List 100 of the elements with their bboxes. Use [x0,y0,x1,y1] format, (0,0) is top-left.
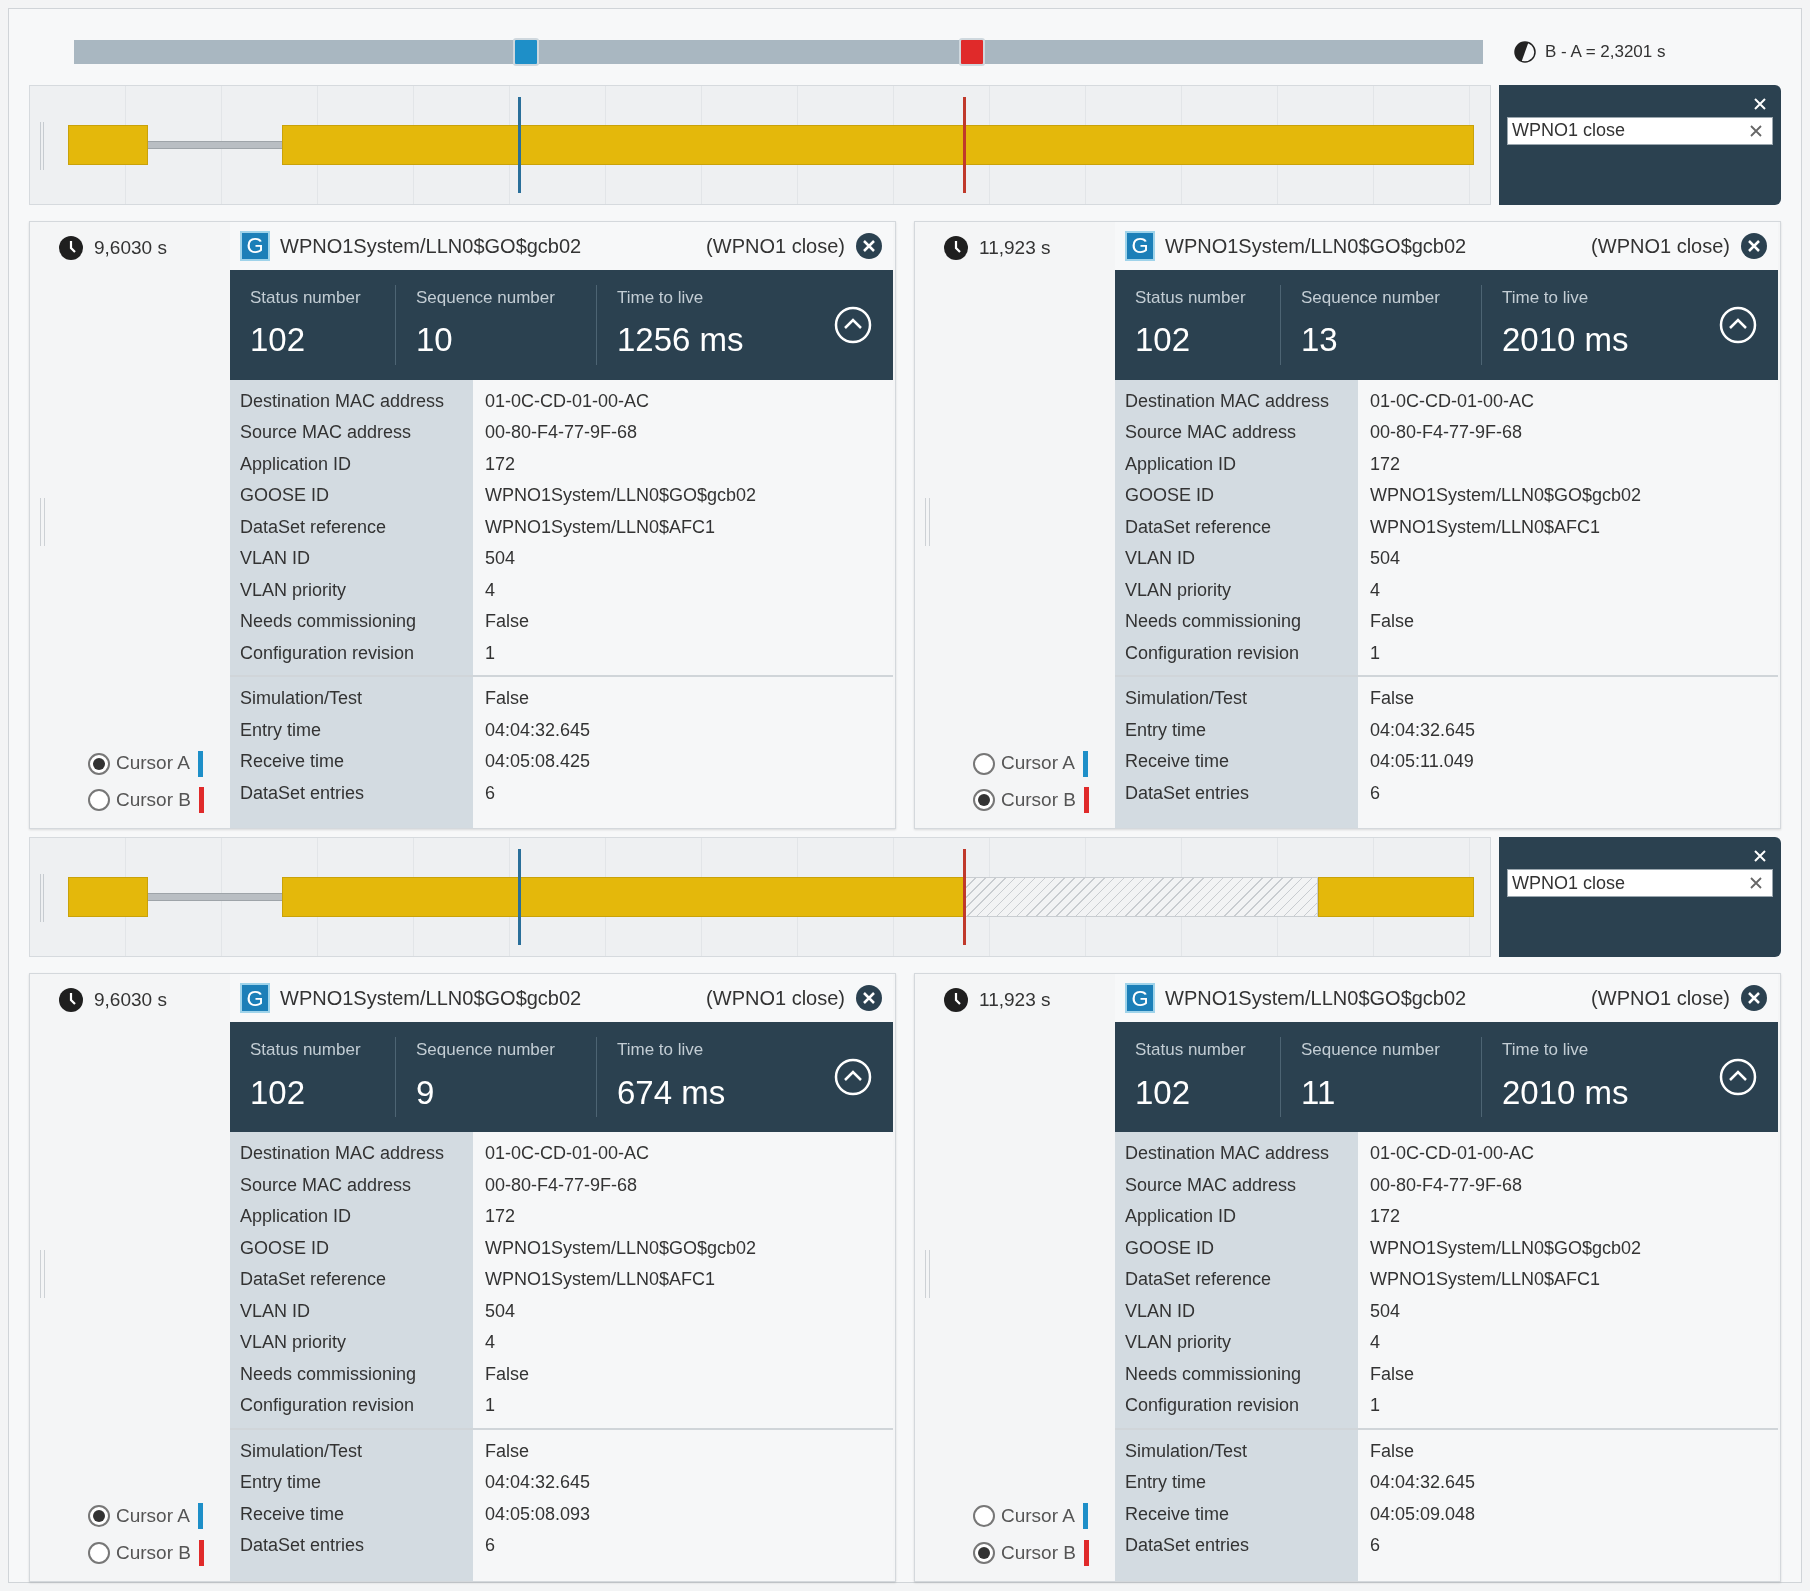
field-value: 1 [1369,1394,1380,1418]
drag-handle[interactable] [925,497,930,546]
scrubber-handle[interactable] [513,37,540,66]
field-value: 1 [484,1394,495,1418]
protocol-badge: G [240,230,270,261]
stat-value: 102 [1135,1072,1192,1113]
stat-value: 9 [416,1072,436,1113]
filter-label: (WPNO1 close) [706,233,845,259]
drag-handle[interactable] [40,121,44,170]
cursor-line[interactable] [518,849,522,946]
close-icon[interactable] [1740,984,1768,1013]
field-label: GOOSE ID [239,1236,330,1260]
stat-value: 674 ms [617,1072,727,1113]
close-icon[interactable] [1740,231,1768,260]
field-value: 4 [1369,1331,1380,1355]
field-value: 04:04:32.645 [1369,718,1476,742]
stat-label: Time to live [617,286,705,309]
cursor-radio[interactable]: Cursor A [973,1502,1075,1531]
drag-handle[interactable] [40,1250,45,1299]
stat-value: 1256 ms [617,320,745,361]
timestamp: 11,923 s [979,988,1051,1013]
close-icon[interactable] [1753,849,1767,864]
cursor-radio[interactable]: Cursor A [88,749,190,778]
field-value: 504 [484,1299,516,1323]
field-value: False [484,1439,529,1463]
collapse-icon[interactable] [833,1057,873,1098]
field-label: Receive time [1124,1502,1231,1526]
protocol-badge: G [1125,983,1155,1014]
collapse-icon[interactable] [833,304,873,345]
drag-handle[interactable] [925,1250,930,1299]
field-value: False [1369,1362,1414,1386]
stat-label: Sequence number [416,1039,556,1062]
collapse-icon[interactable] [1718,1057,1758,1098]
scrubber-handle[interactable] [958,37,985,66]
field-label: VLAN ID [1124,547,1197,571]
clear-icon[interactable] [1750,124,1762,137]
field-label: DataSet entries [239,1534,366,1558]
cursor-line[interactable] [518,96,522,193]
field-label: Simulation/Test [1124,1439,1249,1463]
stat-label: Status number [250,1039,362,1062]
stat-label: Time to live [617,1039,705,1062]
cursor-radio[interactable]: Cursor B [973,1538,1076,1567]
field-value: 172 [1369,452,1401,476]
field-label: Source MAC address [239,421,413,445]
cursor-radio[interactable]: Cursor A [973,749,1075,778]
field-label: Entry time [239,1471,323,1495]
field-value: 00-80-F4-77-9F-68 [484,1173,638,1197]
field-label: Destination MAC address [239,1142,446,1166]
field-value: 01-0C-CD-01-00-AC [484,389,650,413]
field-label: Source MAC address [1124,421,1298,445]
field-value: 172 [484,1205,516,1229]
field-label: Application ID [1124,452,1238,476]
cursor-radio[interactable]: Cursor B [88,785,191,815]
clear-icon[interactable] [1750,877,1762,890]
field-value: 00-80-F4-77-9F-68 [1369,421,1523,445]
field-value: 04:05:09.048 [1369,1502,1476,1526]
drag-handle[interactable] [40,874,44,923]
field-label: DataSet entries [1124,1534,1251,1558]
field-label: DataSet reference [1124,1268,1273,1292]
timestamp: 11,923 s [979,235,1051,260]
stat-value: 2010 ms [1502,320,1630,361]
field-value: 1 [484,641,495,665]
field-label: VLAN priority [1124,1331,1233,1355]
cursor-line[interactable] [962,96,966,193]
field-value: 4 [1369,578,1380,602]
clock-icon [58,234,84,261]
field-label: Simulation/Test [1124,687,1249,711]
field-label: Application ID [239,452,353,476]
filter-label: (WPNO1 close) [1591,233,1730,259]
drag-handle[interactable] [40,497,45,546]
field-label: Destination MAC address [1124,1142,1331,1166]
stat-label: Sequence number [416,286,556,309]
clock-icon [943,987,969,1014]
stat-label: Status number [1135,286,1247,309]
stat-value: 102 [250,320,307,361]
close-icon[interactable] [855,231,883,260]
field-value: 04:05:11.049 [1369,750,1474,774]
field-value: 4 [484,1331,495,1355]
field-label: Source MAC address [1124,1173,1298,1197]
field-label: Receive time [239,750,346,774]
field-value: WPNO1System/LLN0$GO$gcb02 [1369,1236,1642,1260]
field-label: DataSet reference [1124,515,1273,539]
cursor-radio[interactable]: Cursor A [88,1502,190,1531]
field-value: 4 [484,578,495,602]
field-label: Entry time [1124,718,1208,742]
timestamp: 9,6030 s [94,988,167,1013]
close-icon[interactable] [855,984,883,1013]
field-label: GOOSE ID [1124,1236,1215,1260]
cursor-radio[interactable]: Cursor B [88,1538,191,1567]
cursor-line[interactable] [962,849,966,946]
field-label: Destination MAC address [239,389,446,413]
cursor-radio[interactable]: Cursor B [973,785,1076,815]
stat-label: Sequence number [1301,1039,1441,1062]
stat-value: 10 [416,320,454,361]
timestamp: 9,6030 s [94,235,167,260]
close-icon[interactable] [1753,96,1767,111]
scrubber-track[interactable] [74,39,1483,64]
field-label: Simulation/Test [239,1439,364,1463]
collapse-icon[interactable] [1718,304,1758,345]
field-value: 1 [1369,641,1380,665]
